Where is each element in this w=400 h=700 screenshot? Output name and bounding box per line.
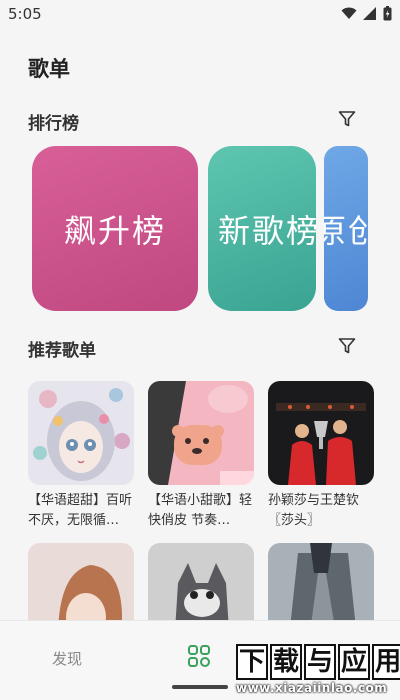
filter-icon <box>338 111 356 127</box>
status-time: 5:05 <box>8 5 42 23</box>
page-title: 歌单 <box>28 57 70 81</box>
home-indicator <box>172 685 228 689</box>
playlist-cover <box>268 381 374 485</box>
playlist-item[interactable]: 孙颖莎与王楚钦〖莎头〗 <box>268 381 374 531</box>
rank-card-soaring[interactable]: 飙升榜 <box>32 146 198 311</box>
tab-discover[interactable]: 发现 <box>52 648 82 669</box>
status-icons <box>341 6 392 21</box>
watermark-url: www.xiazaiinlao.com <box>236 681 388 695</box>
grid-icon <box>188 645 210 667</box>
watermark: 下 载 与 应 用 www.xiazaiinlao.com <box>236 644 400 696</box>
rank-card-new-songs[interactable]: 新歌榜 <box>208 146 316 311</box>
playlist-title: 【华语超甜】百听不厌，无限循… <box>28 493 133 528</box>
playlist-item[interactable]: 【华语超甜】百听不厌，无限循… <box>28 381 134 531</box>
playlist-title: 孙颖莎与王楚钦〖莎头〗 <box>268 493 360 528</box>
recommend-section-title: 推荐歌单 <box>28 341 96 361</box>
playlist-item[interactable]: 【华语小甜歌】轻快俏皮 节奏… <box>148 381 254 531</box>
playlist-cover <box>28 381 134 485</box>
rank-card-label: 新歌榜 <box>218 211 316 250</box>
battery-icon <box>383 6 392 21</box>
rank-card-label: 原创 <box>324 211 368 250</box>
ranking-section-title: 排行榜 <box>28 114 79 134</box>
rank-card-original[interactable]: 原创 <box>324 146 368 311</box>
signal-icon <box>363 7 376 20</box>
filter-icon <box>338 338 356 354</box>
status-bar: 5:05 <box>0 0 400 30</box>
playlist-title: 【华语小甜歌】轻快俏皮 节奏… <box>148 493 253 528</box>
watermark-logo: 下 载 与 应 用 <box>236 644 400 680</box>
playlist-cover <box>148 381 254 485</box>
wifi-icon <box>341 7 357 19</box>
rank-card-label: 飙升榜 <box>63 211 166 250</box>
tab-playlists[interactable] <box>186 643 212 669</box>
ranking-filter-button[interactable] <box>336 108 358 130</box>
recommend-filter-button[interactable] <box>336 335 358 357</box>
